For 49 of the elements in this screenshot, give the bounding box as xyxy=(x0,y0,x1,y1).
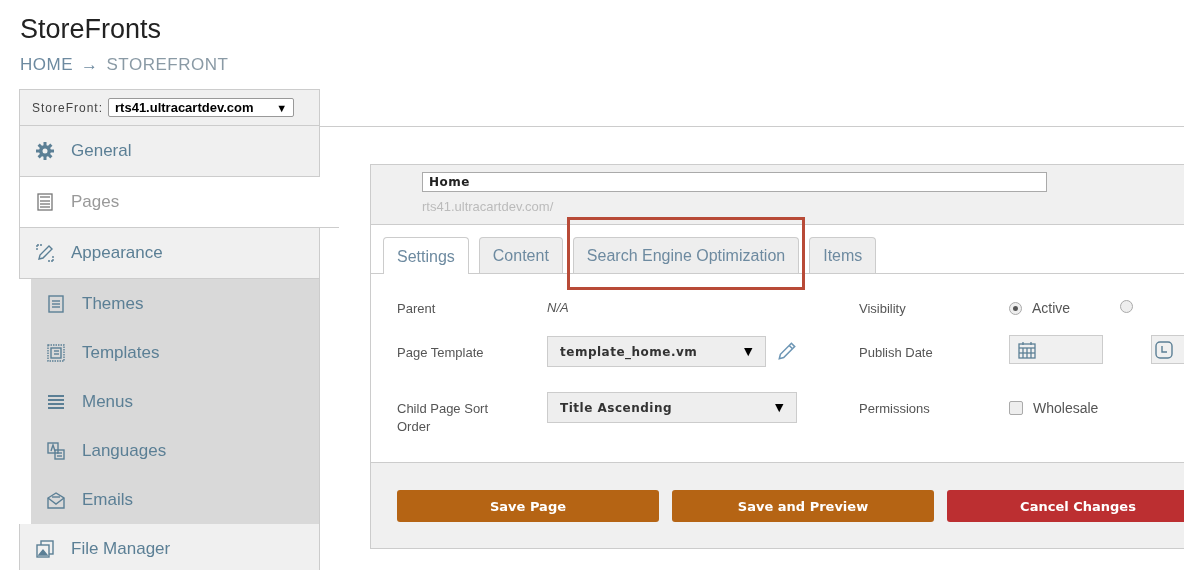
storefront-select[interactable]: rts41.ultracartdev.com ▼ xyxy=(108,98,295,117)
sidebar-item[interactable]: General xyxy=(19,126,320,177)
page-name-field[interactable]: Home xyxy=(422,172,1047,192)
sidebar-item[interactable]: Appearance xyxy=(19,228,320,279)
field-label: Publish Date xyxy=(859,344,934,362)
radio-button[interactable] xyxy=(1120,300,1134,313)
field-label: Page Template xyxy=(397,344,485,362)
breadcrumb-link[interactable]: HOME xyxy=(20,54,73,76)
tab[interactable]: Search Engine Optimization xyxy=(572,237,800,273)
field-label: Parent xyxy=(397,300,437,318)
field-label: Permissions xyxy=(859,400,931,418)
storefront-label: StoreFront: xyxy=(32,100,104,115)
sidebar-subitem[interactable]: Themes xyxy=(31,279,319,328)
save-button[interactable]: Save Page xyxy=(397,490,659,522)
language-icon xyxy=(46,440,66,461)
field-value: N/A xyxy=(547,300,569,315)
gear-icon xyxy=(35,141,55,161)
themes-icon xyxy=(46,293,66,314)
sidebar-item[interactable]: Pages xyxy=(19,177,339,228)
sidebar-item[interactable]: File Manager xyxy=(19,524,320,570)
breadcrumb-current: STOREFRONT xyxy=(106,54,229,76)
radio-button[interactable] xyxy=(1009,301,1022,315)
date-field[interactable] xyxy=(1009,335,1103,364)
tab[interactable]: Settings xyxy=(383,237,469,274)
radio-label: Active xyxy=(1032,300,1071,316)
pencil-icon xyxy=(35,243,55,263)
sidebar-subitem[interactable]: Menus xyxy=(31,377,319,426)
checkbox[interactable] xyxy=(1009,401,1023,415)
template-icon xyxy=(46,342,66,363)
page-title: StoreFronts xyxy=(19,13,163,45)
tab[interactable]: Content xyxy=(478,237,563,273)
cancel-button[interactable]: Cancel Changes xyxy=(947,490,1184,522)
pencil-icon[interactable] xyxy=(776,340,798,362)
sidebar-subitem[interactable]: Languages xyxy=(31,426,319,475)
file-icon xyxy=(35,539,55,559)
page-icon xyxy=(35,192,55,212)
calendar-icon xyxy=(1017,339,1037,360)
sidebar-subitem[interactable]: Emails xyxy=(31,475,319,524)
save-button[interactable]: Save and Preview xyxy=(672,490,934,522)
email-icon xyxy=(46,489,66,510)
dropdown[interactable]: template_home.vm ▼ xyxy=(547,336,766,367)
tab[interactable]: Items xyxy=(809,237,877,273)
breadcrumb-separator: → xyxy=(81,54,99,76)
field-label: Visibility xyxy=(859,300,907,318)
sidebar-subitem[interactable]: Templates xyxy=(31,328,319,377)
field-label: Child Page Sort Order xyxy=(397,400,490,436)
dropdown[interactable]: Title Ascending ▼ xyxy=(547,392,797,423)
checkbox-label: Wholesale xyxy=(1033,400,1099,416)
clock-icon xyxy=(1154,339,1174,360)
